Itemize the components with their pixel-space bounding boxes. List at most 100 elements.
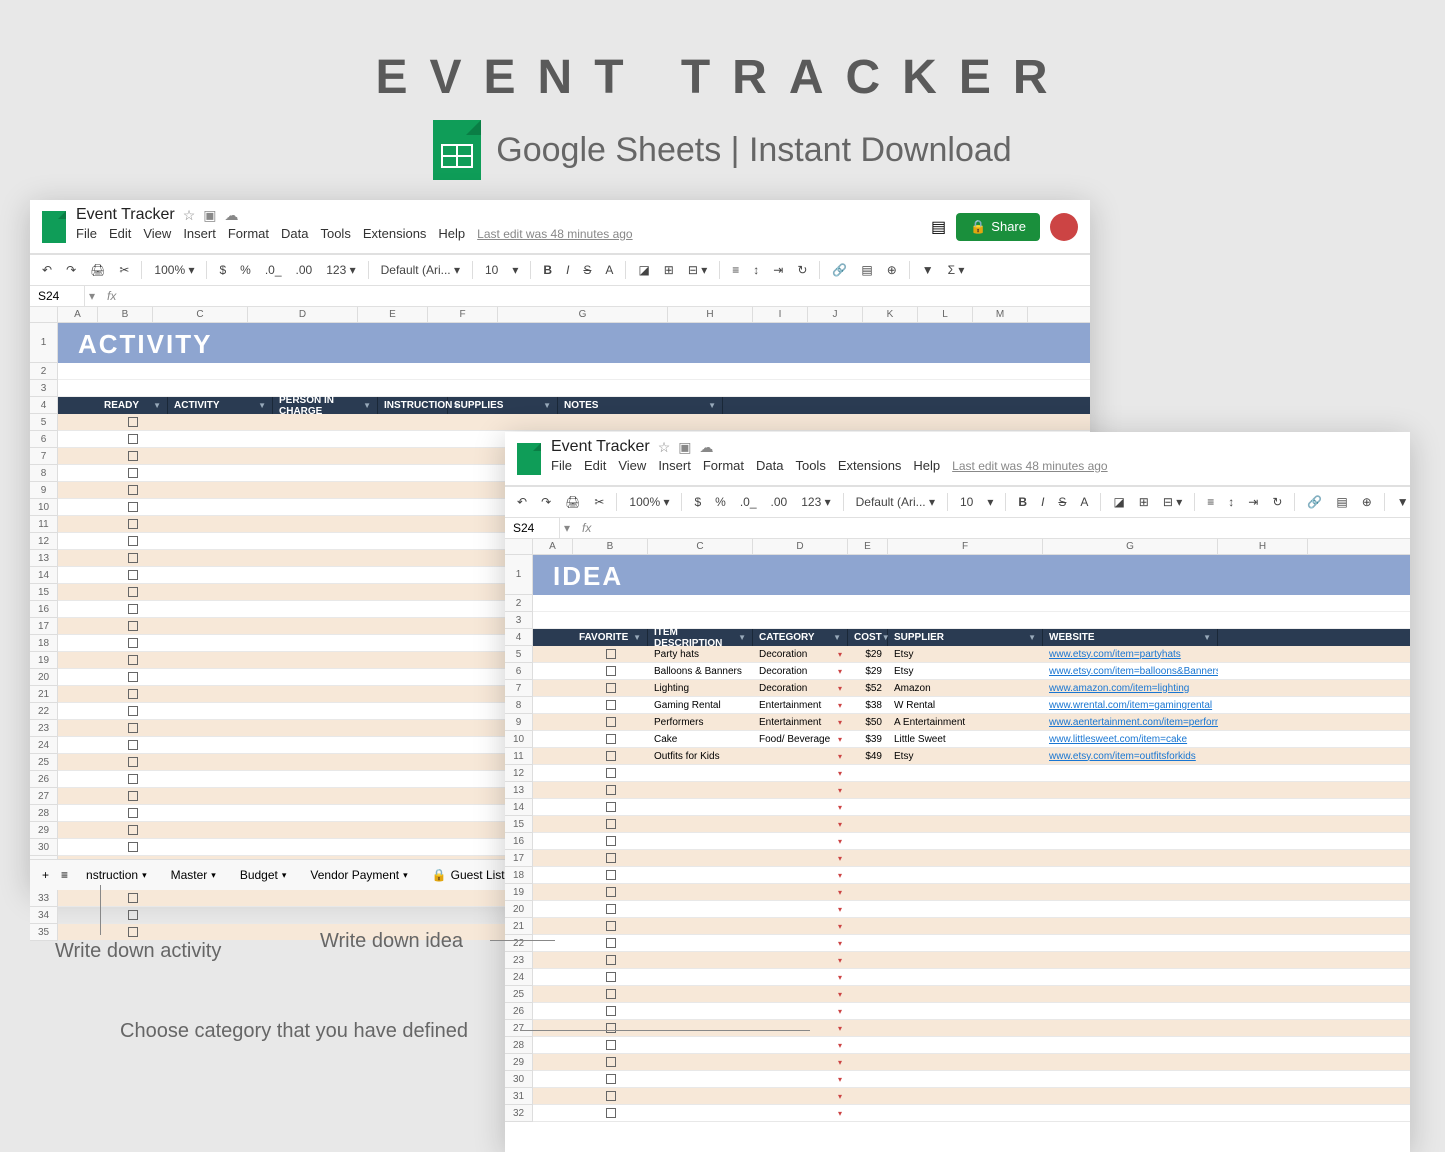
row-11[interactable]: 11: [30, 516, 58, 533]
checkbox[interactable]: [606, 802, 616, 812]
row-25[interactable]: 25: [505, 986, 533, 1003]
table-row[interactable]: ▾: [533, 952, 1410, 969]
table-row[interactable]: ▾: [533, 833, 1410, 850]
align[interactable]: ≡: [728, 260, 743, 280]
checkbox[interactable]: [128, 519, 138, 529]
dropdown-icon[interactable]: ▾: [838, 1058, 842, 1067]
row-30[interactable]: 30: [30, 839, 58, 856]
menu-file[interactable]: File: [76, 226, 97, 241]
col-K[interactable]: K: [863, 307, 918, 322]
checkbox[interactable]: [606, 870, 616, 880]
sheet-tab[interactable]: Vendor Payment ▾: [300, 864, 417, 886]
insert-icon[interactable]: ⊕: [883, 260, 901, 280]
checkbox[interactable]: [606, 751, 616, 761]
row-30[interactable]: 30: [505, 1071, 533, 1088]
checkbox[interactable]: [606, 1006, 616, 1016]
header-category[interactable]: CATEGORY▼: [753, 629, 848, 646]
borders[interactable]: ⊞: [660, 260, 678, 280]
italic[interactable]: I: [1037, 492, 1048, 512]
insert-icon[interactable]: ⊕: [1358, 492, 1376, 512]
col-E[interactable]: E: [848, 539, 888, 554]
text-color[interactable]: A: [601, 260, 617, 280]
row-2[interactable]: 2: [505, 595, 533, 612]
row-22[interactable]: 22: [505, 935, 533, 952]
table-row[interactable]: ▾: [533, 918, 1410, 935]
font[interactable]: Default (Ari... ▾: [377, 260, 464, 280]
table-row[interactable]: ▾: [533, 850, 1410, 867]
checkbox[interactable]: [128, 485, 138, 495]
star-icon[interactable]: ☆: [658, 439, 671, 456]
menu-help[interactable]: Help: [913, 458, 940, 473]
comment-icon[interactable]: ▤: [857, 260, 876, 280]
header-supplier[interactable]: SUPPLIER▼: [888, 629, 1043, 646]
dropdown-icon[interactable]: ▾: [838, 650, 842, 659]
checkbox[interactable]: [128, 706, 138, 716]
checkbox[interactable]: [606, 972, 616, 982]
inc-dec[interactable]: .00: [767, 492, 792, 512]
dropdown-icon[interactable]: ▾: [838, 1109, 842, 1118]
menu-tools[interactable]: Tools: [795, 458, 825, 473]
comment-icon[interactable]: ▤: [931, 217, 946, 237]
table-row[interactable]: ▾: [533, 1037, 1410, 1054]
header-item-description[interactable]: ITEM DESCRIPTION▼: [648, 629, 753, 646]
print-icon[interactable]: 🖨: [561, 492, 584, 512]
comment-icon[interactable]: ▤: [1332, 492, 1351, 512]
checkbox[interactable]: [606, 734, 616, 744]
row-31[interactable]: 31: [505, 1088, 533, 1105]
undo-icon[interactable]: ↶: [38, 260, 56, 280]
row-28[interactable]: 28: [30, 805, 58, 822]
checkbox[interactable]: [128, 842, 138, 852]
row-8[interactable]: 8: [505, 697, 533, 714]
checkbox[interactable]: [128, 672, 138, 682]
checkbox[interactable]: [128, 893, 138, 903]
format-num[interactable]: 123 ▾: [322, 260, 359, 280]
table-row[interactable]: Balloons & BannersDecoration▾$29Etsywww.…: [533, 663, 1410, 680]
checkbox[interactable]: [606, 1091, 616, 1101]
dropdown-icon[interactable]: ▾: [838, 973, 842, 982]
checkbox[interactable]: [606, 819, 616, 829]
doc-title[interactable]: Event Tracker: [551, 438, 650, 456]
bold[interactable]: B: [539, 260, 556, 280]
checkbox[interactable]: [128, 553, 138, 563]
checkbox[interactable]: [606, 836, 616, 846]
row-11[interactable]: 11: [505, 748, 533, 765]
row-8[interactable]: 8: [30, 465, 58, 482]
table-row[interactable]: LightingDecoration▾$52Amazonwww.amazon.c…: [533, 680, 1410, 697]
menu-extensions[interactable]: Extensions: [838, 458, 902, 473]
dropdown-icon[interactable]: ▾: [838, 888, 842, 897]
italic[interactable]: I: [562, 260, 573, 280]
checkbox[interactable]: [128, 502, 138, 512]
last-edit[interactable]: Last edit was 48 minutes ago: [952, 459, 1107, 473]
dec-dec[interactable]: .0_: [736, 492, 761, 512]
dec-dec[interactable]: .0_: [261, 260, 286, 280]
row-20[interactable]: 20: [505, 901, 533, 918]
row-17[interactable]: 17: [30, 618, 58, 635]
checkbox[interactable]: [606, 887, 616, 897]
checkbox[interactable]: [606, 700, 616, 710]
dropdown-icon[interactable]: ▾: [838, 701, 842, 710]
table-row[interactable]: ▾: [533, 867, 1410, 884]
row-10[interactable]: 10: [30, 499, 58, 516]
row-19[interactable]: 19: [30, 652, 58, 669]
table-row[interactable]: ▾: [533, 799, 1410, 816]
row-19[interactable]: 19: [505, 884, 533, 901]
header-activity[interactable]: ACTIVITY▼: [168, 397, 273, 414]
checkbox[interactable]: [128, 825, 138, 835]
table-row[interactable]: ▾: [533, 901, 1410, 918]
dropdown-icon[interactable]: ▾: [838, 922, 842, 931]
row-25[interactable]: 25: [30, 754, 58, 771]
cell-ref[interactable]: S24: [505, 518, 560, 538]
size-dd[interactable]: ▾: [508, 260, 522, 280]
merge[interactable]: ⊟ ▾: [1159, 492, 1186, 512]
row-27[interactable]: 27: [505, 1020, 533, 1037]
row-4[interactable]: 4: [30, 397, 58, 414]
checkbox[interactable]: [606, 904, 616, 914]
redo-icon[interactable]: ↷: [537, 492, 555, 512]
dropdown-icon[interactable]: ▾: [838, 939, 842, 948]
header-supplies[interactable]: SUPPLIES▼: [448, 397, 558, 414]
cloud-icon[interactable]: ☁: [700, 439, 714, 456]
valign[interactable]: ↕: [1224, 492, 1238, 512]
link-icon[interactable]: 🔗: [828, 260, 851, 280]
checkbox[interactable]: [128, 791, 138, 801]
row-9[interactable]: 9: [30, 482, 58, 499]
